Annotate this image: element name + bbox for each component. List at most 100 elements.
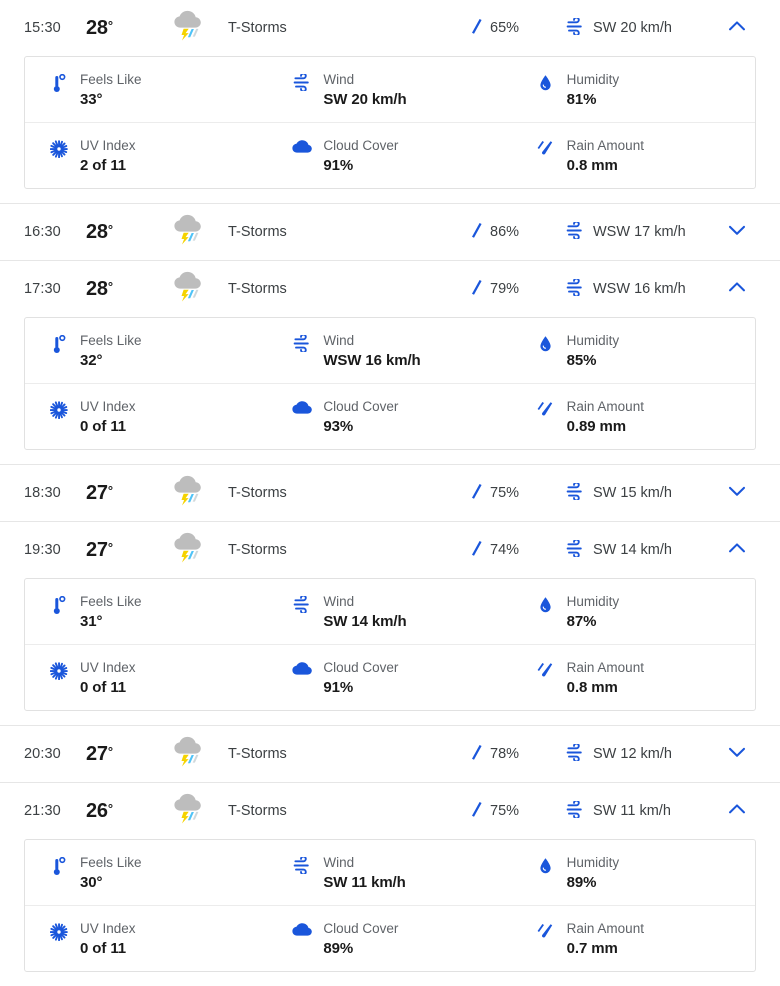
precipitation-value: 74%	[490, 542, 520, 558]
condition-icon-wrap	[168, 210, 226, 255]
wind-value: WSW 16 km/h	[593, 281, 686, 297]
hour-temperature: 28°	[86, 278, 168, 301]
wind-summary: SW 14 km/h	[566, 538, 716, 561]
detail-label-feels-like: Feels Like	[80, 72, 142, 87]
detail-cell-humidity: Humidity 85%	[512, 332, 755, 370]
detail-label-wind: Wind	[323, 72, 355, 87]
detail-label-cloud-cover: Cloud Cover	[323, 399, 399, 414]
detail-value-humidity: 85%	[566, 352, 597, 369]
detail-label-rain-amount: Rain Amount	[566, 138, 644, 153]
cloud-icon	[292, 920, 313, 937]
chevron-up-icon[interactable]	[727, 280, 747, 299]
detail-value-humidity: 89%	[566, 874, 597, 891]
hour-temperature: 26°	[86, 800, 168, 823]
detail-value-wind: SW 14 km/h	[323, 613, 407, 630]
detail-label-cloud-cover: Cloud Cover	[323, 138, 399, 153]
detail-cell-feels-like: Feels Like 33°	[25, 71, 268, 109]
wind-icon	[566, 481, 585, 504]
detail-value-rain-amount: 0.8 mm	[566, 157, 618, 174]
raindrop-icon	[470, 222, 483, 243]
hour-forecast-block: 16:30 28° T-Storms 86% WSW 17 km/h	[0, 203, 780, 260]
toggle-detail-button[interactable]	[716, 223, 758, 242]
thunderstorm-icon	[168, 732, 208, 777]
precipitation-chance: 75%	[470, 483, 566, 504]
chevron-up-icon[interactable]	[727, 541, 747, 560]
thermometer-icon	[49, 71, 69, 93]
hour-summary-row[interactable]: 21:30 26° T-Storms 75% SW 11 km/h	[0, 783, 780, 839]
wind-value: SW 15 km/h	[593, 485, 672, 501]
toggle-detail-button[interactable]	[716, 280, 758, 299]
detail-value-cloud-cover: 91%	[323, 679, 354, 696]
temperature-value: 28	[86, 16, 108, 39]
hour-summary-row[interactable]: 20:30 27° T-Storms 78% SW 12 km/h	[0, 726, 780, 782]
precipitation-chance: 65%	[470, 18, 566, 39]
condition-icon-wrap	[168, 528, 226, 573]
raindrop-icon	[470, 744, 483, 765]
detail-row: UV Index 0 of 11 Cloud Cover 91% Rain Am…	[25, 644, 755, 710]
temperature-value: 28	[86, 220, 108, 243]
hour-summary-row[interactable]: 16:30 28° T-Storms 86% WSW 17 km/h	[0, 204, 780, 260]
temperature-value: 26	[86, 799, 108, 822]
detail-label-rain-amount: Rain Amount	[566, 399, 644, 414]
wind-summary: SW 20 km/h	[566, 16, 716, 39]
degree-symbol: °	[107, 800, 113, 816]
temperature-value: 28	[86, 277, 108, 300]
hour-detail-panel: Feels Like 33° Wind SW 20 km/h Humidity …	[24, 56, 756, 189]
cloud-icon	[292, 398, 313, 415]
rain-drops-icon	[536, 137, 556, 160]
precipitation-chance: 86%	[470, 222, 566, 243]
condition-label: T-Storms	[228, 485, 287, 501]
precipitation-chance: 79%	[470, 279, 566, 300]
wind-value: SW 20 km/h	[593, 20, 672, 36]
wind-icon	[292, 854, 312, 874]
detail-cell-wind: Wind SW 20 km/h	[268, 71, 511, 109]
chevron-up-icon[interactable]	[727, 802, 747, 821]
toggle-detail-button[interactable]	[716, 745, 758, 764]
detail-value-feels-like: 31°	[80, 613, 103, 630]
chevron-down-icon[interactable]	[727, 745, 747, 764]
detail-label-feels-like: Feels Like	[80, 855, 142, 870]
uv-sun-icon	[49, 398, 69, 419]
condition-label: T-Storms	[228, 224, 287, 240]
detail-cell-cloud-cover: Cloud Cover 91%	[268, 659, 511, 697]
wind-icon	[566, 16, 585, 39]
hour-summary-row[interactable]: 17:30 28° T-Storms 79% WSW 16 km/h	[0, 261, 780, 317]
uv-sun-icon	[49, 920, 69, 941]
detail-cell-uv-index: UV Index 2 of 11	[25, 137, 268, 175]
chevron-down-icon[interactable]	[727, 223, 747, 242]
detail-cell-rain-amount: Rain Amount 0.89 mm	[512, 398, 755, 436]
detail-cell-uv-index: UV Index 0 of 11	[25, 659, 268, 697]
precipitation-value: 86%	[490, 224, 520, 240]
detail-cell-wind: Wind SW 14 km/h	[268, 593, 511, 631]
toggle-detail-button[interactable]	[716, 541, 758, 560]
hour-time: 18:30	[24, 485, 61, 501]
hour-summary-row[interactable]: 18:30 27° T-Storms 75% SW 15 km/h	[0, 465, 780, 521]
detail-value-rain-amount: 0.7 mm	[566, 940, 618, 957]
thunderstorm-icon	[168, 6, 208, 51]
precipitation-chance: 74%	[470, 540, 566, 561]
chevron-up-icon[interactable]	[727, 19, 747, 38]
toggle-detail-button[interactable]	[716, 484, 758, 503]
chevron-down-icon[interactable]	[727, 484, 747, 503]
hour-forecast-block: 18:30 27° T-Storms 75% SW 15 km/h	[0, 464, 780, 521]
precipitation-chance: 78%	[470, 744, 566, 765]
toggle-detail-button[interactable]	[716, 19, 758, 38]
humidity-droplet-icon	[536, 593, 556, 614]
hour-temperature: 28°	[86, 221, 168, 244]
hour-forecast-block: 15:30 28° T-Storms 65% SW 20 km/h Feels …	[0, 0, 780, 189]
raindrop-icon	[470, 540, 483, 561]
humidity-droplet-icon	[536, 71, 556, 92]
detail-cell-rain-amount: Rain Amount 0.8 mm	[512, 659, 755, 697]
precipitation-value: 79%	[490, 281, 520, 297]
hour-summary-row[interactable]: 15:30 28° T-Storms 65% SW 20 km/h	[0, 0, 780, 56]
temperature-value: 27	[86, 742, 108, 765]
wind-icon	[566, 277, 585, 300]
hour-summary-row[interactable]: 19:30 27° T-Storms 74% SW 14 km/h	[0, 522, 780, 578]
detail-row: Feels Like 33° Wind SW 20 km/h Humidity …	[25, 57, 755, 122]
detail-label-uv-index: UV Index	[80, 921, 136, 936]
detail-label-uv-index: UV Index	[80, 399, 136, 414]
detail-value-uv-index: 2 of 11	[80, 157, 126, 174]
precipitation-chance: 75%	[470, 801, 566, 822]
thermometer-icon	[49, 332, 69, 354]
toggle-detail-button[interactable]	[716, 802, 758, 821]
